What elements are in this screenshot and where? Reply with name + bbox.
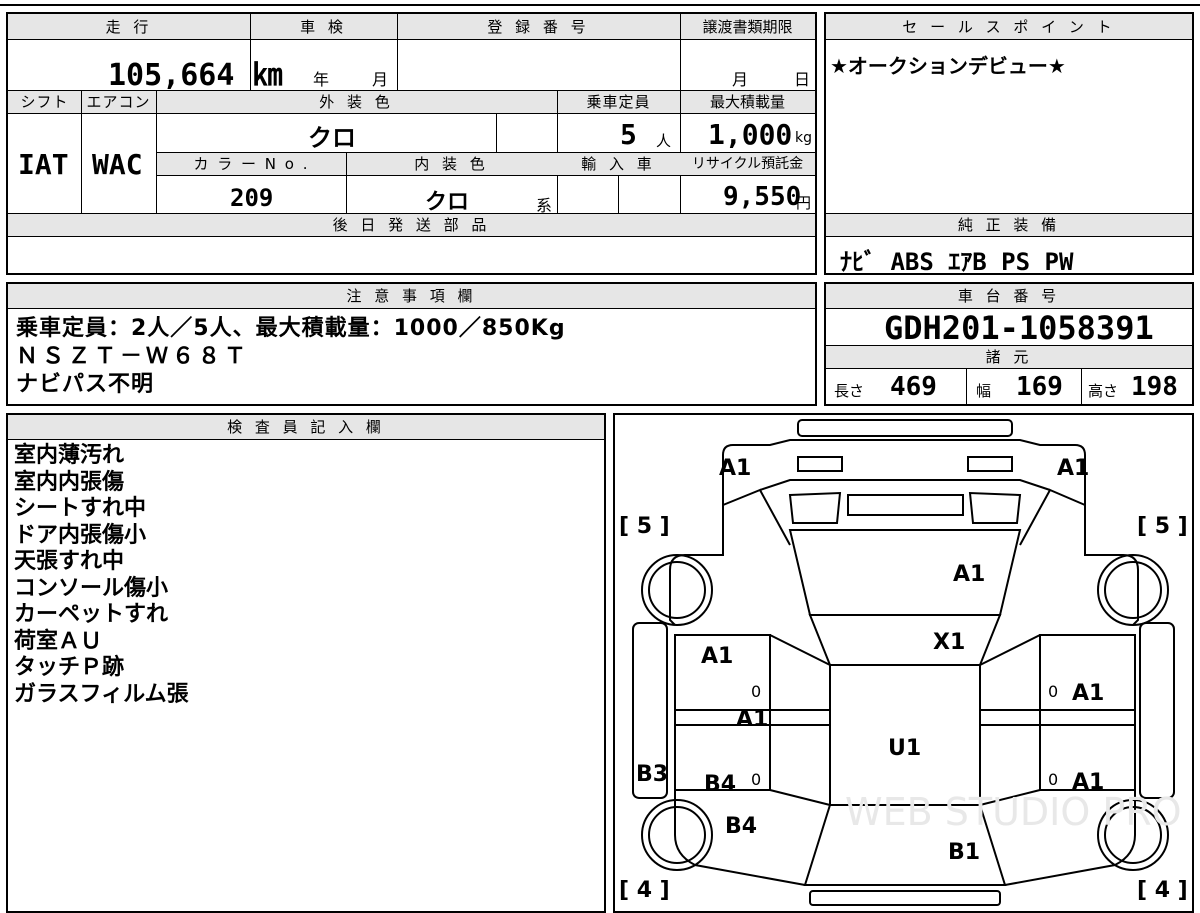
- mark-left-front-door: A1: [701, 644, 733, 669]
- mark-front-left-corner: A1: [719, 456, 751, 481]
- chassis-box: 車 台 番 号 GDH201-1058391 諸 元 長さ 469 幅 169 …: [824, 282, 1194, 406]
- capacity-value: 5: [620, 118, 637, 151]
- mark-right-rear-door: A1: [1072, 770, 1104, 795]
- tire-rear-left: [ 4 ]: [619, 878, 670, 903]
- inspection-header: 車 検: [250, 14, 397, 40]
- length-value: 469: [890, 372, 937, 402]
- aircon-header: エアコン: [81, 91, 156, 113]
- inspector-line: カーペットすれ: [14, 602, 169, 627]
- notes-line: 乗車定員：2人／5人、最大積載量：1000／850Kg: [16, 316, 566, 341]
- exterior-color-header: 外 装 色: [156, 91, 557, 113]
- capacity-unit: 人: [656, 132, 672, 150]
- mark-zero: 0: [751, 770, 761, 789]
- height-label: 高さ: [1088, 382, 1119, 400]
- color-no-header: カ ラ ー N o .: [157, 153, 346, 175]
- transfer-month-unit: 月: [732, 70, 749, 89]
- recycle-value: 9,550: [723, 182, 802, 212]
- sales-point-header: セ ー ル ス ポ イ ン ト: [826, 14, 1192, 40]
- inspector-box: 検 査 員 記 入 欄 室内薄汚れ 室内内張傷 シートすれ中 ドア内張傷小 天張…: [6, 413, 606, 913]
- sales-point-text: ★オークションデビュー★: [830, 54, 1066, 78]
- mark-left-rear-quarter: B4: [725, 814, 757, 839]
- transfer-deadline-header: 譲渡書類期限: [680, 14, 815, 40]
- specs-header: 諸 元: [826, 346, 1192, 368]
- inspector-line: 天張すれ中: [14, 549, 125, 574]
- tire-rear-right: [ 4 ]: [1137, 878, 1188, 903]
- later-parts-header: 後 日 発 送 部 品: [8, 214, 815, 236]
- mark-zero: 0: [1048, 770, 1058, 789]
- inspector-line: コンソール傷小: [14, 576, 169, 601]
- mark-zero: 0: [1048, 682, 1058, 701]
- mileage-value: 105,664 ㎞: [108, 58, 283, 93]
- mark-left-rear-door: B4: [704, 772, 736, 797]
- tire-front-left: [ 5 ]: [619, 514, 670, 539]
- tire-front-right: [ 5 ]: [1137, 514, 1188, 539]
- chassis-number: GDH201-1058391: [884, 309, 1154, 347]
- damage-diagram-box: WEB STUDIO PRO [ 5 ] [ 5 ] [ 4 ] [ 4 ] A…: [613, 413, 1194, 913]
- notes-line: ＮＳＺＴ－Ｗ６８Ｔ: [16, 344, 251, 369]
- registration-header: 登 録 番 号: [397, 14, 680, 40]
- max-load-header: 最大積載量: [680, 91, 815, 113]
- mark-left-pillar: A1: [736, 707, 768, 732]
- mark-left-rocker: B3: [636, 762, 668, 787]
- mark-windshield: X1: [933, 630, 965, 655]
- mark-hood: A1: [953, 562, 985, 587]
- height-value: 198: [1131, 372, 1178, 402]
- length-label: 長さ: [834, 382, 865, 400]
- notes-line: ナビパス不明: [16, 372, 155, 397]
- inspector-line: シートすれ中: [14, 496, 147, 521]
- inspector-line: ドア内張傷小: [14, 523, 147, 548]
- max-load-unit: kg: [795, 130, 812, 146]
- exterior-color-value: クロ: [308, 124, 356, 152]
- recycle-unit: 円: [796, 194, 812, 212]
- top-strip: [0, 0, 1200, 6]
- transfer-day-unit: 日: [794, 70, 811, 89]
- notes-header: 注 意 事 項 欄: [8, 284, 815, 308]
- capacity-header: 乗車定員: [557, 91, 680, 113]
- inspector-header: 検 査 員 記 入 欄: [8, 415, 604, 439]
- inspector-line: タッチＰ跡: [14, 655, 125, 680]
- shift-value: IAT: [18, 148, 69, 181]
- mark-roof: U1: [888, 736, 921, 761]
- max-load-value: 1,000: [708, 118, 793, 151]
- notes-box: 注 意 事 項 欄 乗車定員：2人／5人、最大積載量：1000／850Kg ＮＳ…: [6, 282, 817, 406]
- width-label: 幅: [976, 382, 992, 400]
- inspector-line: 室内薄汚れ: [14, 443, 125, 468]
- inspection-month-unit: 月: [372, 70, 389, 89]
- mark-tailgate: B1: [948, 840, 980, 865]
- genuine-equipment-header: 純 正 装 備: [826, 214, 1192, 236]
- inspector-line: 荷室ＡＵ: [14, 629, 103, 654]
- mark-right-front-door: A1: [1072, 681, 1104, 706]
- mark-front-right-corner: A1: [1057, 456, 1089, 481]
- mark-zero: 0: [751, 682, 761, 701]
- car-diagram: WEB STUDIO PRO [ 5 ] [ 5 ] [ 4 ] [ 4 ] A…: [619, 419, 1188, 906]
- vehicle-info-table: 走 行 車 検 登 録 番 号 譲渡書類期限 105,664 ㎞ 年 月 月 日…: [6, 12, 817, 275]
- chassis-header: 車 台 番 号: [826, 284, 1192, 308]
- inspector-line: 室内内張傷: [14, 470, 125, 495]
- mileage-header: 走 行: [8, 14, 250, 40]
- interior-color-header: 内 装 色: [346, 153, 557, 175]
- genuine-equipment-text: ﾅﾋﾞ ABS ｴｱB PS PW: [840, 248, 1074, 276]
- inspection-year-unit: 年: [313, 70, 330, 89]
- import-header: 輸 入 車: [557, 153, 680, 175]
- color-no-value: 209: [230, 184, 274, 212]
- watermark: WEB STUDIO PRO: [845, 790, 1182, 834]
- recycle-header: リサイクル預託金: [680, 153, 815, 175]
- shift-header: シフト: [8, 91, 81, 113]
- width-value: 169: [1016, 372, 1063, 402]
- inspector-line: ガラスフィルム張: [14, 682, 189, 707]
- interior-color-value: クロ: [425, 190, 470, 215]
- sales-point-box: セ ー ル ス ポ イ ン ト ★オークションデビュー★ 純 正 装 備 ﾅﾋﾞ…: [824, 12, 1194, 276]
- aircon-value: WAC: [92, 148, 143, 181]
